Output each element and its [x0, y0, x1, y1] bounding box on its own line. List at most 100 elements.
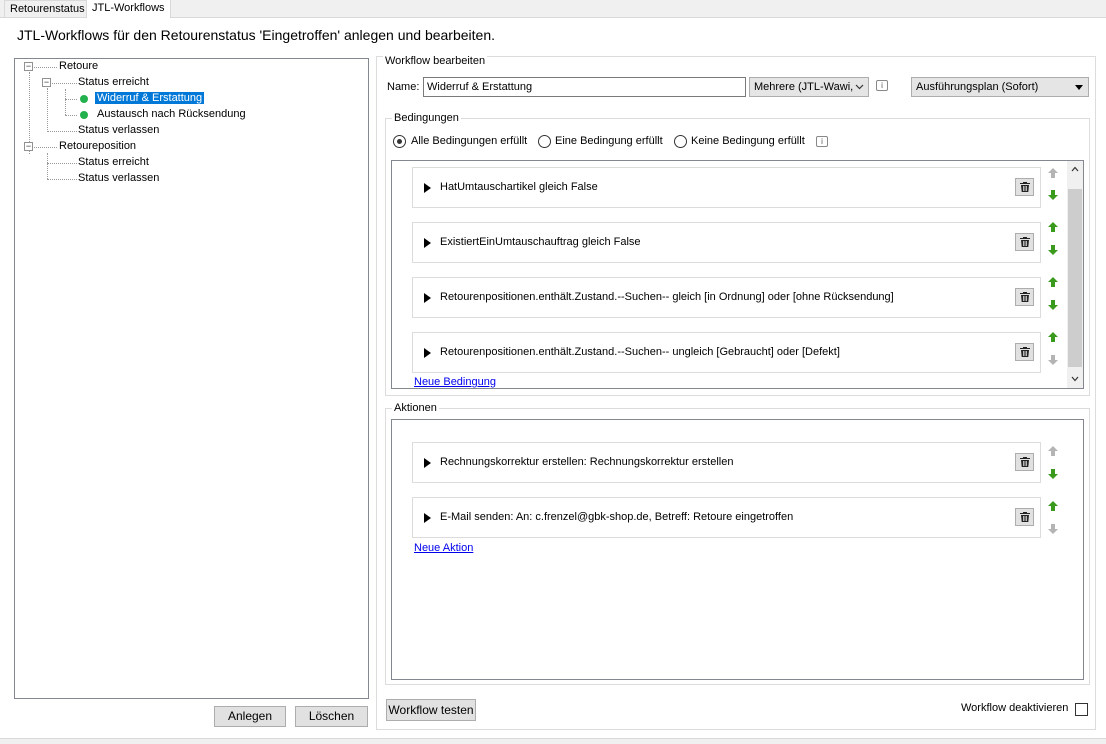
expand-arrow-icon[interactable]: [424, 183, 431, 193]
tree-node-pos-status-verlassen[interactable]: Status verlassen: [78, 171, 159, 186]
radio-alle-bedingungen[interactable]: [393, 135, 406, 148]
move-down-icon[interactable]: [1047, 189, 1059, 201]
dropdown-arrow-icon: [1075, 85, 1083, 90]
tree-node-label: Widerruf & Erstattung: [95, 92, 205, 104]
tab-retourenstatus[interactable]: Retourenstatus: [4, 0, 91, 17]
tree-line: [47, 153, 48, 179]
tree-node-label: Austausch nach Rücksendung: [97, 108, 246, 120]
tab-bar: Retourenstatus JTL-Workflows: [0, 0, 1106, 18]
tree-node-austausch[interactable]: Austausch nach Rücksendung: [97, 107, 246, 122]
loeschen-button[interactable]: Löschen: [295, 706, 368, 727]
scrollbar[interactable]: [1067, 161, 1083, 388]
condition-text: Retourenpositionen.enthält.Zustand.--Suc…: [440, 291, 894, 303]
radio-eine-bedingung[interactable]: [538, 135, 551, 148]
condition-item[interactable]: Retourenpositionen.enthält.Zustand.--Suc…: [412, 332, 1041, 373]
ausfuehrungsplan-select[interactable]: Ausführungsplan (Sofort): [911, 77, 1089, 97]
radio-keine-bedingung[interactable]: [674, 135, 687, 148]
condition-item[interactable]: ExistiertEinUmtauschauftrag gleich False: [412, 222, 1041, 263]
radio-label: Eine Bedingung erfüllt: [555, 135, 663, 147]
condition-text: ExistiertEinUmtauschauftrag gleich False: [440, 236, 641, 248]
tree-node-pos-status-erreicht[interactable]: Status erreicht: [78, 155, 149, 170]
radio-label: Alle Bedingungen erfüllt: [411, 135, 528, 147]
tree-line: [29, 147, 57, 148]
aktionen-list[interactable]: Rechnungskorrektur erstellen: Rechnungsk…: [391, 419, 1084, 680]
tree-line: [47, 179, 77, 180]
move-up-icon[interactable]: [1047, 445, 1059, 457]
bedingungen-list[interactable]: HatUmtauschartikel gleich False Existier…: [391, 160, 1084, 389]
collapse-icon[interactable]: −: [42, 78, 51, 87]
trash-icon: [1019, 291, 1031, 303]
tree-node-widerruf[interactable]: Widerruf & Erstattung: [95, 91, 205, 106]
tree-line: [47, 163, 77, 164]
tree-node-label: Status verlassen: [78, 124, 160, 136]
tree-line: [65, 89, 66, 115]
scroll-up-icon[interactable]: [1071, 166, 1079, 172]
select-value: Mehrere (JTL-Wawi,: [754, 81, 854, 93]
name-input[interactable]: Widerruf & Erstattung: [423, 77, 746, 97]
trash-icon: [1019, 346, 1031, 358]
workflow-testen-button[interactable]: Workflow testen: [386, 699, 476, 721]
tree-node-status-erreicht[interactable]: Status erreicht: [78, 75, 149, 90]
expand-arrow-icon[interactable]: [424, 513, 431, 523]
expand-arrow-icon[interactable]: [424, 293, 431, 303]
status-dot-icon: [80, 95, 88, 103]
workflow-edit-title: Workflow bearbeiten: [383, 55, 488, 67]
info-icon[interactable]: i: [816, 136, 828, 147]
collapse-icon[interactable]: −: [24, 62, 33, 71]
expand-arrow-icon[interactable]: [424, 458, 431, 468]
action-text: Rechnungskorrektur erstellen: Rechnungsk…: [440, 456, 734, 468]
move-down-icon[interactable]: [1047, 244, 1059, 256]
move-down-icon[interactable]: [1047, 354, 1059, 366]
action-text: E-Mail senden: An: c.frenzel@gbk-shop.de…: [440, 511, 794, 523]
move-up-icon[interactable]: [1047, 167, 1059, 179]
tree-node-retoureposition[interactable]: Retoureposition: [59, 139, 136, 154]
status-dot-icon: [80, 111, 88, 119]
tab-jtl-workflows[interactable]: JTL-Workflows: [86, 0, 171, 18]
select-value: Ausführungsplan (Sofort): [916, 81, 1039, 93]
scrollbar-thumb[interactable]: [1068, 189, 1082, 367]
action-item[interactable]: E-Mail senden: An: c.frenzel@gbk-shop.de…: [412, 497, 1041, 538]
expand-arrow-icon[interactable]: [424, 238, 431, 248]
tree-node-label: Status verlassen: [78, 172, 160, 184]
delete-button[interactable]: [1015, 178, 1034, 196]
delete-button[interactable]: [1015, 453, 1034, 471]
delete-button[interactable]: [1015, 508, 1034, 526]
delete-button[interactable]: [1015, 343, 1034, 361]
move-up-icon[interactable]: [1047, 500, 1059, 512]
collapse-icon[interactable]: −: [24, 142, 33, 151]
delete-button[interactable]: [1015, 288, 1034, 306]
tree-line: [47, 83, 77, 84]
mehrere-select[interactable]: Mehrere (JTL-Wawi,: [749, 77, 869, 97]
move-up-icon[interactable]: [1047, 331, 1059, 343]
tree-node-label: Retoureposition: [59, 140, 137, 152]
move-down-icon[interactable]: [1047, 299, 1059, 311]
workflow-tree[interactable]: − Retoure − Status erreicht Widerruf & E…: [14, 58, 369, 699]
aktionen-title: Aktionen: [392, 402, 439, 414]
move-up-icon[interactable]: [1047, 221, 1059, 233]
tree-line: [65, 115, 77, 116]
action-item[interactable]: Rechnungskorrektur erstellen: Rechnungsk…: [412, 442, 1041, 483]
delete-button[interactable]: [1015, 233, 1034, 251]
scroll-down-icon[interactable]: [1071, 376, 1079, 382]
trash-icon: [1019, 181, 1031, 193]
page-title: JTL-Workflows für den Retourenstatus 'Ei…: [17, 27, 496, 43]
condition-item[interactable]: HatUmtauschartikel gleich False: [412, 167, 1041, 208]
tree-node-status-verlassen[interactable]: Status verlassen: [78, 123, 159, 138]
move-down-icon[interactable]: [1047, 468, 1059, 480]
trash-icon: [1019, 456, 1031, 468]
anlegen-button[interactable]: Anlegen: [214, 706, 286, 727]
chevron-down-icon: [855, 84, 864, 90]
neue-bedingung-link[interactable]: Neue Bedingung: [414, 376, 496, 388]
status-strip: [0, 738, 1106, 744]
condition-item[interactable]: Retourenpositionen.enthält.Zustand.--Suc…: [412, 277, 1041, 318]
info-icon[interactable]: i: [876, 80, 888, 91]
tree-node-retoure[interactable]: Retoure: [59, 59, 98, 74]
tree-line: [47, 131, 77, 132]
tree-node-label: Status erreicht: [78, 76, 149, 88]
expand-arrow-icon[interactable]: [424, 348, 431, 358]
move-up-icon[interactable]: [1047, 276, 1059, 288]
move-down-icon[interactable]: [1047, 523, 1059, 535]
deaktivieren-checkbox[interactable]: [1075, 703, 1088, 716]
neue-aktion-link[interactable]: Neue Aktion: [414, 542, 473, 554]
trash-icon: [1019, 236, 1031, 248]
